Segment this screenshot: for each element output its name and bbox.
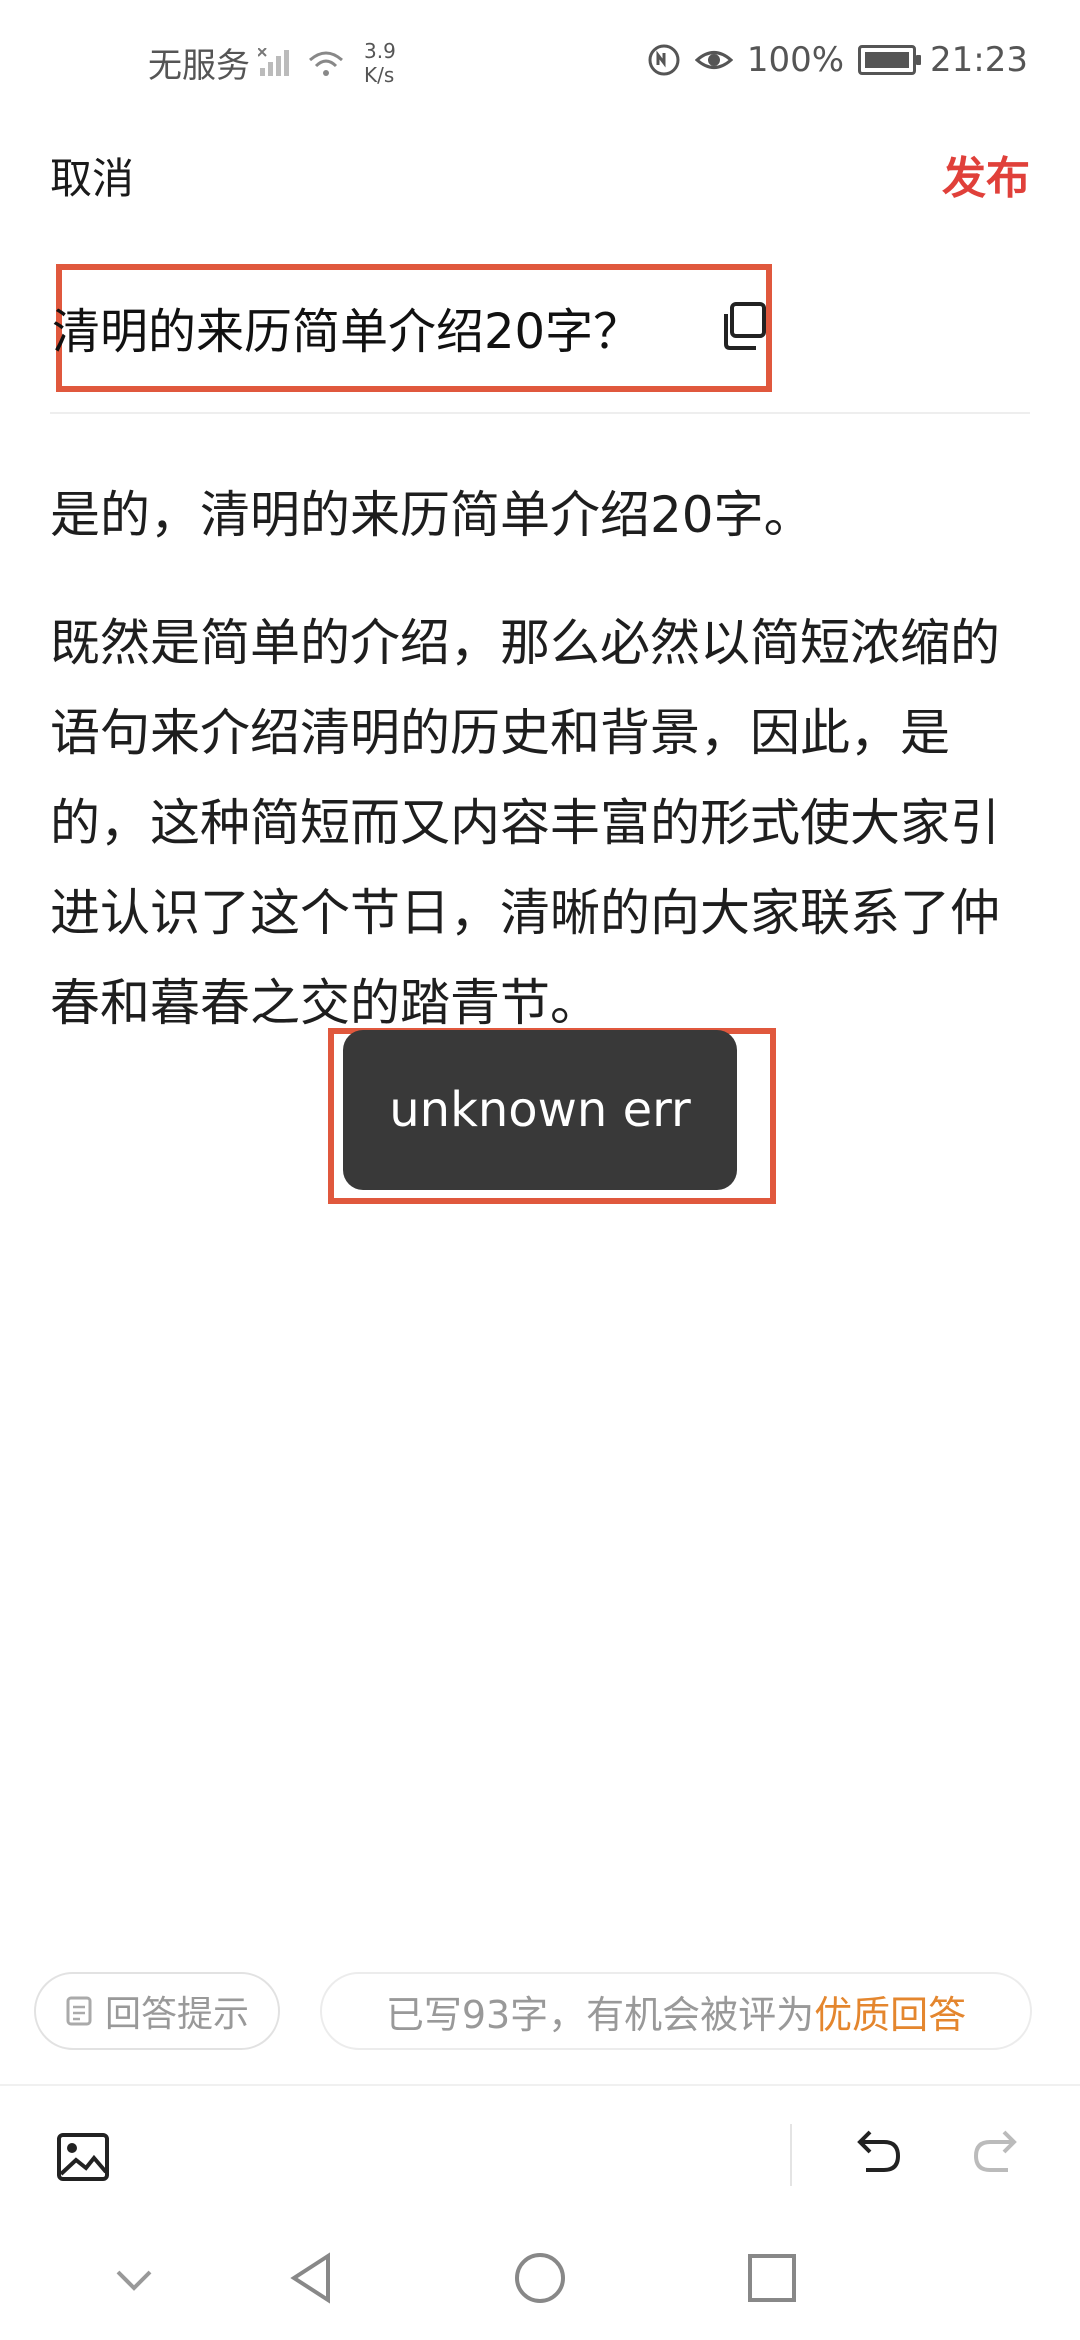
undo-icon[interactable] [848, 2124, 904, 2180]
battery-icon [858, 45, 922, 75]
nav-home-icon[interactable] [512, 2250, 568, 2306]
nav-collapse-icon[interactable] [112, 2258, 156, 2302]
toolbar-vertical-divider [790, 2124, 792, 2186]
word-count-text: 已写93字，有机会被评为 [385, 1992, 815, 2037]
copy-icon[interactable] [718, 300, 770, 352]
toolbar-divider [0, 2084, 1080, 2086]
answer-hint-label: 回答提示 [104, 1994, 249, 2035]
hint-doc-icon [66, 1996, 92, 2026]
battery-percent: 100% [746, 40, 845, 80]
title-divider [50, 412, 1030, 414]
signal-icon [258, 47, 289, 76]
answer-paragraph[interactable]: 是的，清明的来历简单介绍20字。 [50, 470, 1030, 560]
nfc-icon [648, 44, 680, 76]
quality-answer-link[interactable]: 优质回答 [814, 1984, 966, 2039]
nav-recent-icon[interactable] [744, 2250, 800, 2306]
answer-paragraph[interactable]: 既然是简单的介绍，那么必然以简短浓缩的语句来介绍清明的历史和背景，因此，是的，这… [50, 598, 1030, 1048]
error-toast: unknown err [343, 1030, 737, 1190]
eye-icon [694, 51, 733, 69]
wifi-icon [309, 51, 343, 76]
publish-button[interactable]: 发布 [942, 142, 1030, 206]
status-right: 100% 21:23 [647, 40, 1028, 80]
status-left: 无服务 3.9 K/s [148, 38, 396, 87]
cancel-button[interactable]: 取消 [50, 145, 134, 206]
redo-icon[interactable] [970, 2124, 1026, 2180]
quality-hint-bar: 已写93字，有机会被评为 优质回答 [320, 1972, 1032, 2050]
image-icon[interactable] [56, 2132, 110, 2182]
question-title: 清明的来历简单介绍20字？ [52, 304, 642, 360]
network-speed: 3.9 K/s [364, 39, 396, 87]
answer-hint-button[interactable]: 回答提示 [34, 1972, 280, 2050]
carrier-text: 无服务 [148, 46, 250, 86]
clock: 21:23 [930, 40, 1028, 80]
speed-value: 3.9 [364, 38, 396, 63]
nav-back-icon[interactable] [284, 2250, 340, 2306]
speed-unit: K/s [364, 62, 395, 87]
